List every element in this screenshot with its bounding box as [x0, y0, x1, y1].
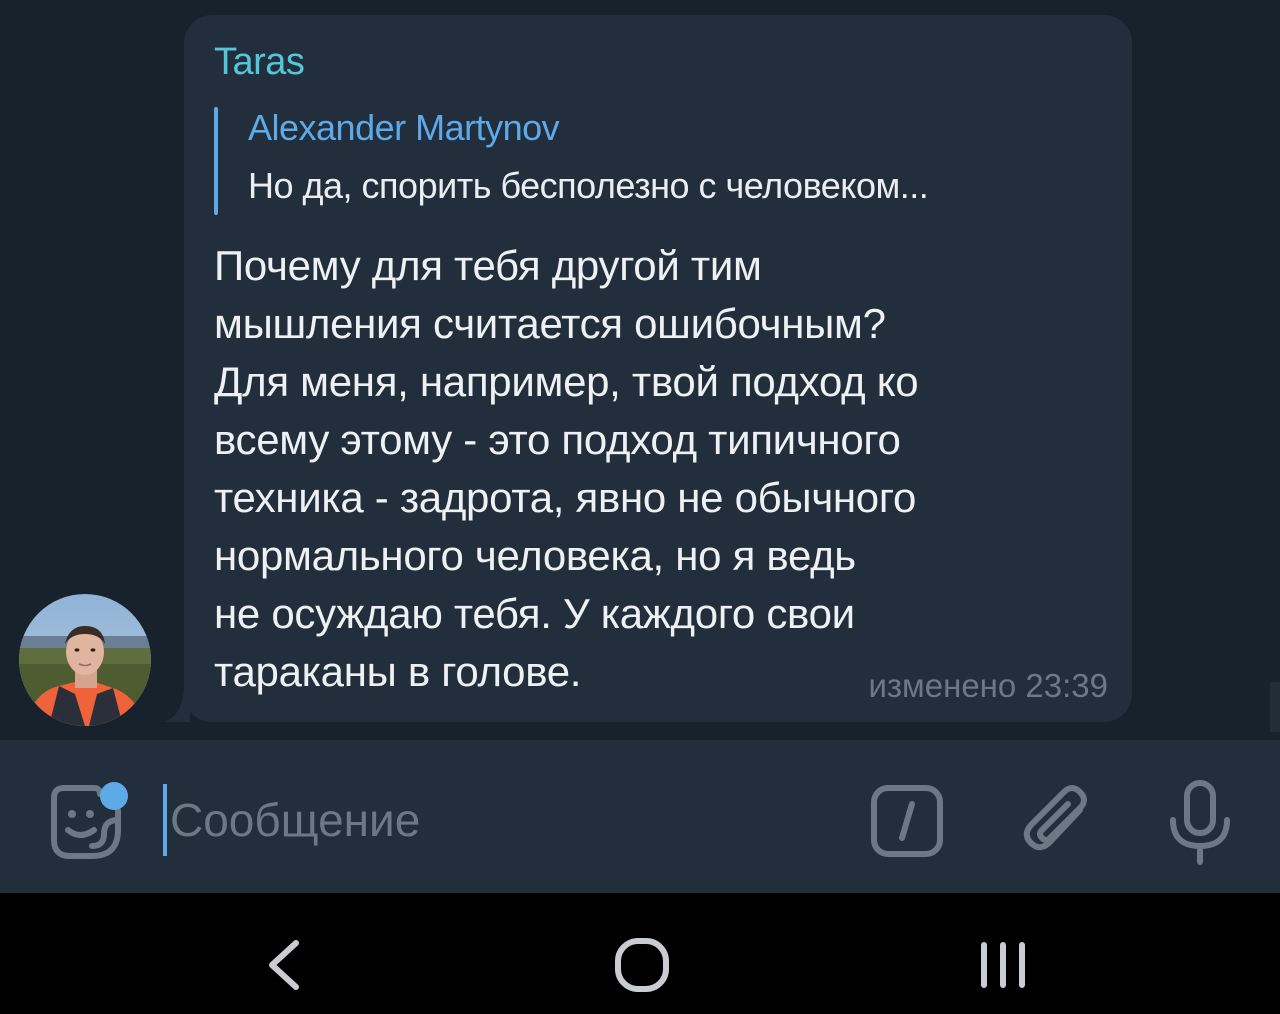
sticker-smile-icon[interactable]	[44, 780, 134, 866]
message-bubble[interactable]: Taras Alexander Martynov Но да, спорить …	[184, 15, 1132, 722]
chat-history[interactable]: Taras Alexander Martynov Но да, спорить …	[0, 0, 1280, 740]
microphone-icon[interactable]	[1168, 780, 1232, 866]
slash-commands-icon[interactable]	[870, 784, 944, 858]
message-edited-time: изменено 23:39	[868, 667, 1108, 704]
nav-back-icon[interactable]	[262, 937, 306, 993]
reply-quote[interactable]: Alexander Martynov Но да, спорить беспол…	[214, 107, 1114, 215]
message-input[interactable]	[170, 788, 810, 852]
message-composer	[0, 740, 1280, 893]
paperclip-icon[interactable]	[1018, 780, 1094, 862]
reply-author: Alexander Martynov	[248, 107, 560, 148]
reply-text: Но да, спорить бесполезно с человеком...	[248, 165, 929, 206]
sender-avatar[interactable]	[19, 594, 151, 726]
sender-name[interactable]: Taras	[214, 41, 305, 84]
nav-home-icon[interactable]	[614, 937, 670, 993]
system-navigation-bar	[0, 893, 1280, 1014]
text-cursor	[163, 784, 167, 856]
nav-recents-icon[interactable]	[976, 941, 1030, 989]
message-text: Почему для тебя другой тим мышления счит…	[214, 242, 919, 695]
reply-accent-bar	[214, 107, 218, 215]
scroll-indicator	[1270, 682, 1280, 732]
